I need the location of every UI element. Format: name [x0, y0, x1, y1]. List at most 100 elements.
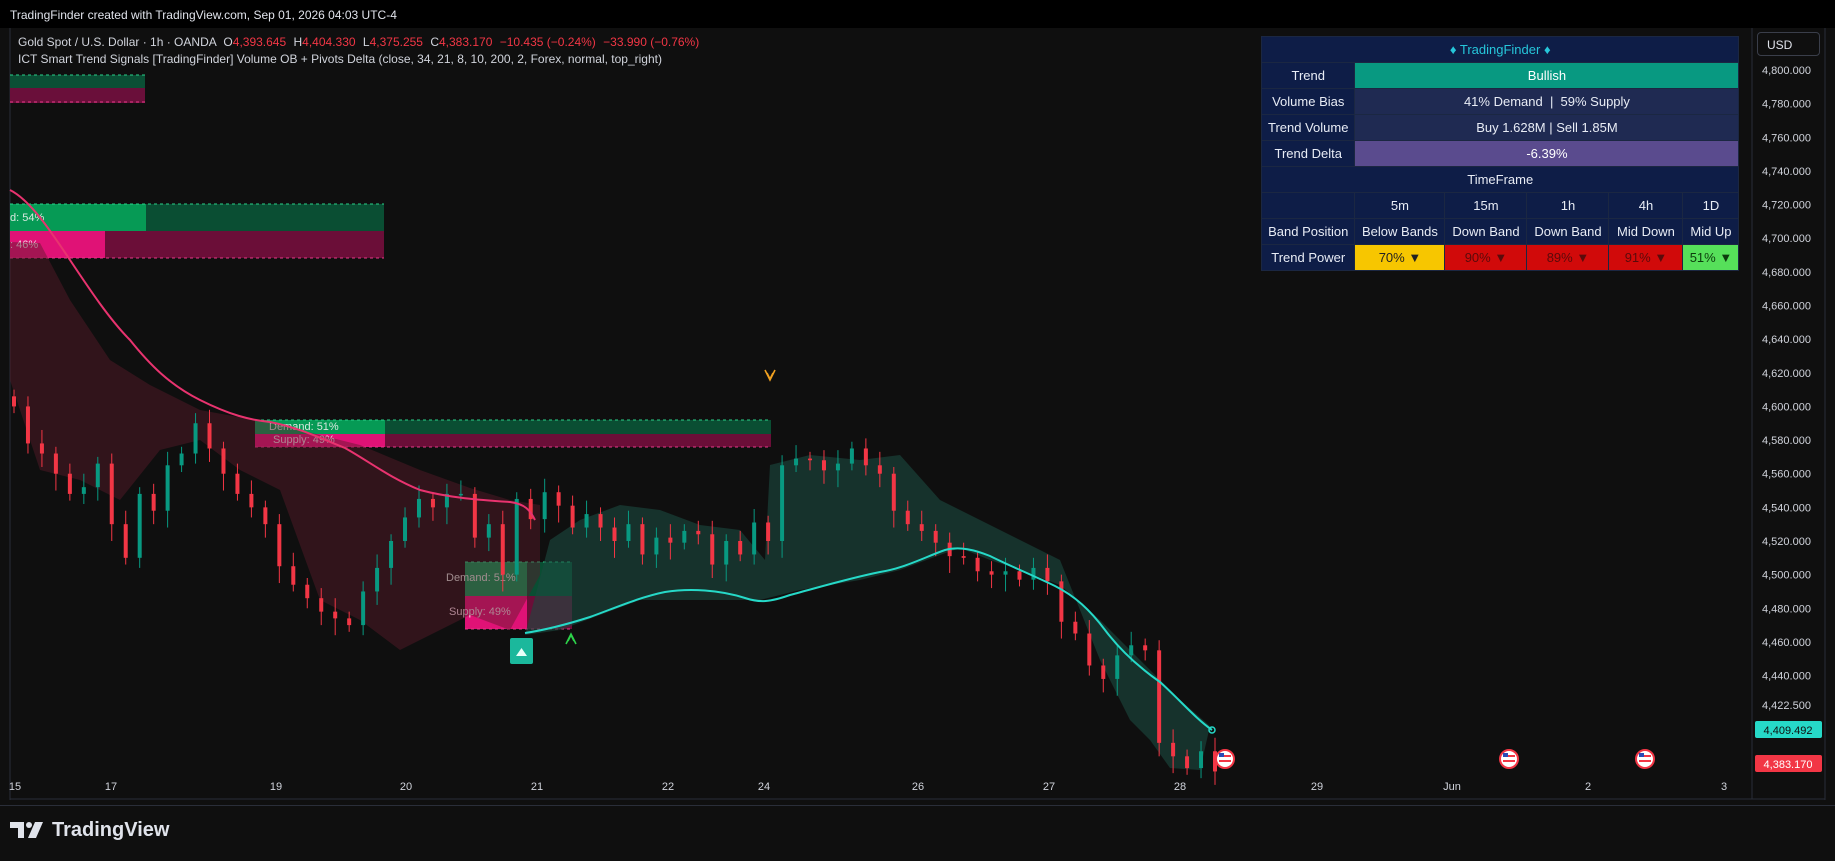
timeframe-cell: 1h: [1526, 192, 1610, 219]
time-tick-label: 22: [662, 781, 674, 793]
power-cell: 70% ▼: [1354, 244, 1446, 271]
candle-body: [542, 492, 547, 520]
candle-body: [1017, 571, 1022, 580]
candle-body: [598, 514, 603, 528]
candle-body: [179, 453, 184, 466]
candle-body: [975, 557, 980, 572]
price-tick-label: 4,580.000: [1762, 435, 1811, 447]
candle-body: [305, 584, 310, 599]
candle-body: [835, 463, 840, 471]
candle-body: [458, 493, 463, 496]
chart-legend: Gold Spot / U.S. Dollar · 1h · OANDA O4,…: [18, 34, 699, 68]
candle-body: [249, 493, 254, 508]
candle-body: [808, 458, 813, 461]
zone2-supply-weak: [385, 434, 771, 447]
candle-body: [1031, 567, 1036, 580]
band-cell: Below Bands: [1354, 218, 1446, 245]
price-tick-label: 4,680.000: [1762, 267, 1811, 279]
zone2-demand-weak: [385, 420, 771, 434]
candle-body: [849, 448, 854, 464]
timeframe-cell: 5m: [1354, 192, 1446, 219]
candle-body: [1087, 633, 1092, 666]
candle-body: [933, 530, 938, 543]
candle-body: [668, 537, 673, 543]
price-tick-label: 4,540.000: [1762, 502, 1811, 514]
time-tick-label: 21: [531, 781, 543, 793]
candle-body: [500, 524, 505, 575]
time-tick-label: 15: [9, 781, 21, 793]
price-tick-label: 4,560.000: [1762, 469, 1811, 481]
candle-body: [794, 458, 799, 466]
candle-body: [347, 618, 352, 626]
candle-body: [53, 453, 58, 474]
currency-button[interactable]: USD: [1757, 32, 1820, 56]
candle-body: [1115, 655, 1120, 679]
price-tick-label: 4,700.000: [1762, 233, 1811, 245]
candle-body: [654, 537, 659, 555]
price-tick-label: 4,422.500: [1762, 700, 1811, 712]
timeframe-cell: 1D: [1682, 192, 1740, 219]
tradingview-logo-text: TradingView: [52, 818, 170, 841]
change-value: −10.435 (−0.24%): [499, 35, 596, 49]
candle-body: [277, 524, 282, 567]
time-tick-label: 24: [758, 781, 770, 793]
candle-body: [291, 566, 296, 585]
candle-body: [375, 567, 380, 592]
trend-label: Trend: [1260, 62, 1356, 89]
timeframe-label: TimeFrame: [1260, 166, 1740, 193]
candle-body: [430, 498, 435, 508]
time-tick-label: 20: [400, 781, 412, 793]
time-tick-label: 19: [270, 781, 282, 793]
price-tick-label: 4,480.000: [1762, 603, 1811, 615]
candle-body: [123, 524, 128, 558]
change-value-2: −33.990 (−0.76%): [603, 35, 700, 49]
trend-power-label: Trend Power: [1260, 244, 1356, 271]
candle-body: [877, 465, 882, 474]
time-tick-label: Jun: [1443, 781, 1461, 793]
empty-cell: [1260, 192, 1356, 219]
price-tick-label: 4,660.000: [1762, 300, 1811, 312]
candle-body: [25, 406, 30, 444]
table-title: ♦ TradingFinder ♦: [1260, 36, 1740, 63]
candle-body: [1199, 751, 1204, 769]
candle-body: [333, 611, 338, 619]
power-cell: 91% ▼: [1608, 244, 1684, 271]
candle-body: [39, 443, 44, 454]
band-cell: Mid Down: [1608, 218, 1684, 245]
symbol-name[interactable]: Gold Spot / U.S. Dollar · 1h · OANDA: [18, 35, 216, 49]
time-tick-label: 3: [1721, 781, 1727, 793]
power-cell: 51% ▼: [1682, 244, 1740, 271]
candle-body: [891, 473, 896, 511]
price-tick-label: 4,600.000: [1762, 401, 1811, 413]
candle-body: [109, 463, 114, 525]
trend-volume-value: Buy 1.628M | Sell 1.85M: [1354, 114, 1740, 141]
tradingview-logo[interactable]: TradingView: [10, 817, 169, 843]
footer-bar: [0, 805, 1835, 861]
top-supply-zone: [10, 88, 145, 103]
candle-body: [137, 493, 142, 558]
price-tick-label: 4,760.000: [1762, 132, 1811, 144]
candle-body: [584, 514, 589, 528]
candle-body: [738, 540, 743, 555]
candle-body: [1045, 567, 1050, 582]
time-tick-label: 29: [1311, 781, 1323, 793]
candle-body: [570, 505, 575, 528]
candle-body: [989, 571, 994, 575]
candle-body: [724, 540, 729, 565]
candle-body: [1101, 665, 1106, 679]
us-flag-event-icon: [1499, 749, 1519, 769]
ma-price-label: 4,409.492: [1764, 725, 1813, 737]
time-tick-label: 28: [1174, 781, 1186, 793]
candle-body: [193, 423, 198, 454]
candle-body: [81, 487, 86, 494]
price-tick-label: 4,460.000: [1762, 637, 1811, 649]
indicator-legend-line[interactable]: ICT Smart Trend Signals [TradingFinder] …: [18, 51, 699, 68]
price-tick-label: 4,620.000: [1762, 368, 1811, 380]
time-tick-label: 2: [1585, 781, 1591, 793]
trend-delta-label: Trend Delta: [1260, 140, 1356, 167]
price-tick-label: 4,440.000: [1762, 671, 1811, 683]
candle-body: [626, 524, 631, 541]
title-bar: TradingFinder created with TradingView.c…: [0, 0, 1835, 28]
candle-body: [1185, 756, 1190, 769]
zone1-demand-weak: [146, 204, 384, 231]
